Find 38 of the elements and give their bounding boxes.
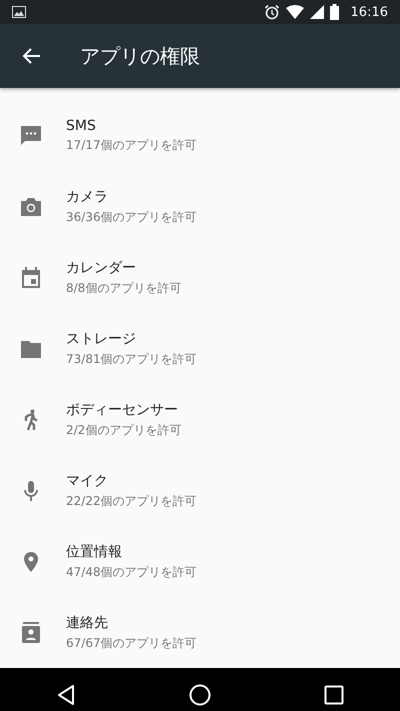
square-icon — [324, 684, 344, 704]
permission-summary: 67/67個のアプリを許可 — [66, 634, 197, 652]
calendar-icon — [19, 266, 43, 290]
battery-icon — [330, 4, 339, 20]
wifi-icon — [286, 5, 304, 19]
permission-summary: 17/17個のアプリを許可 — [66, 136, 197, 154]
permission-name: 位置情報 — [66, 542, 123, 560]
signal-icon — [310, 5, 324, 19]
back-arrow-icon — [22, 46, 42, 66]
permission-name: ストレージ — [66, 330, 137, 348]
permission-name: カメラ — [66, 188, 109, 206]
alarm-icon — [264, 4, 280, 20]
permission-item[interactable]: SMS 17/17個のアプリを許可 — [0, 100, 400, 171]
clock-time: 16:16 — [350, 4, 388, 20]
permission-summary: 73/81個のアプリを許可 — [66, 350, 197, 368]
permission-summary: 47/48個のアプリを許可 — [66, 564, 197, 580]
triangle-icon — [56, 684, 76, 706]
permission-name: 連絡先 — [66, 614, 109, 632]
permission-item[interactable]: ストレージ 73/81個のアプリを許可 — [0, 313, 400, 384]
chat-bubble-icon — [19, 124, 43, 148]
permission-item[interactable]: マイク 22/22個のアプリを許可 — [0, 455, 400, 526]
circle-icon — [188, 684, 211, 706]
permission-name: ボディーセンサー — [66, 400, 179, 418]
permission-item[interactable]: ボディーセンサー 2/2個のアプリを許可 — [0, 384, 400, 455]
permission-summary: 8/8個のアプリを許可 — [66, 280, 182, 296]
permission-item[interactable]: 連絡先 67/67個のアプリを許可 — [0, 597, 400, 668]
screen-title: アプリの権限 — [80, 42, 200, 70]
permission-summary: 2/2個のアプリを許可 — [66, 422, 182, 438]
permission-item[interactable]: カメラ 36/36個のアプリを許可 — [0, 171, 400, 242]
permission-summary: 22/22個のアプリを許可 — [66, 492, 197, 510]
permission-summary: 36/36個のアプリを許可 — [66, 208, 197, 226]
permission-item[interactable]: カレンダー 8/8個のアプリを許可 — [0, 242, 400, 313]
image-icon — [12, 6, 26, 18]
permission-name: マイク — [66, 472, 109, 490]
permission-name: カレンダー — [66, 258, 137, 276]
permission-name: SMS — [66, 118, 97, 134]
permission-item[interactable]: 位置情報 47/48個のアプリを許可 — [0, 526, 400, 597]
contact-card-icon — [19, 620, 43, 644]
